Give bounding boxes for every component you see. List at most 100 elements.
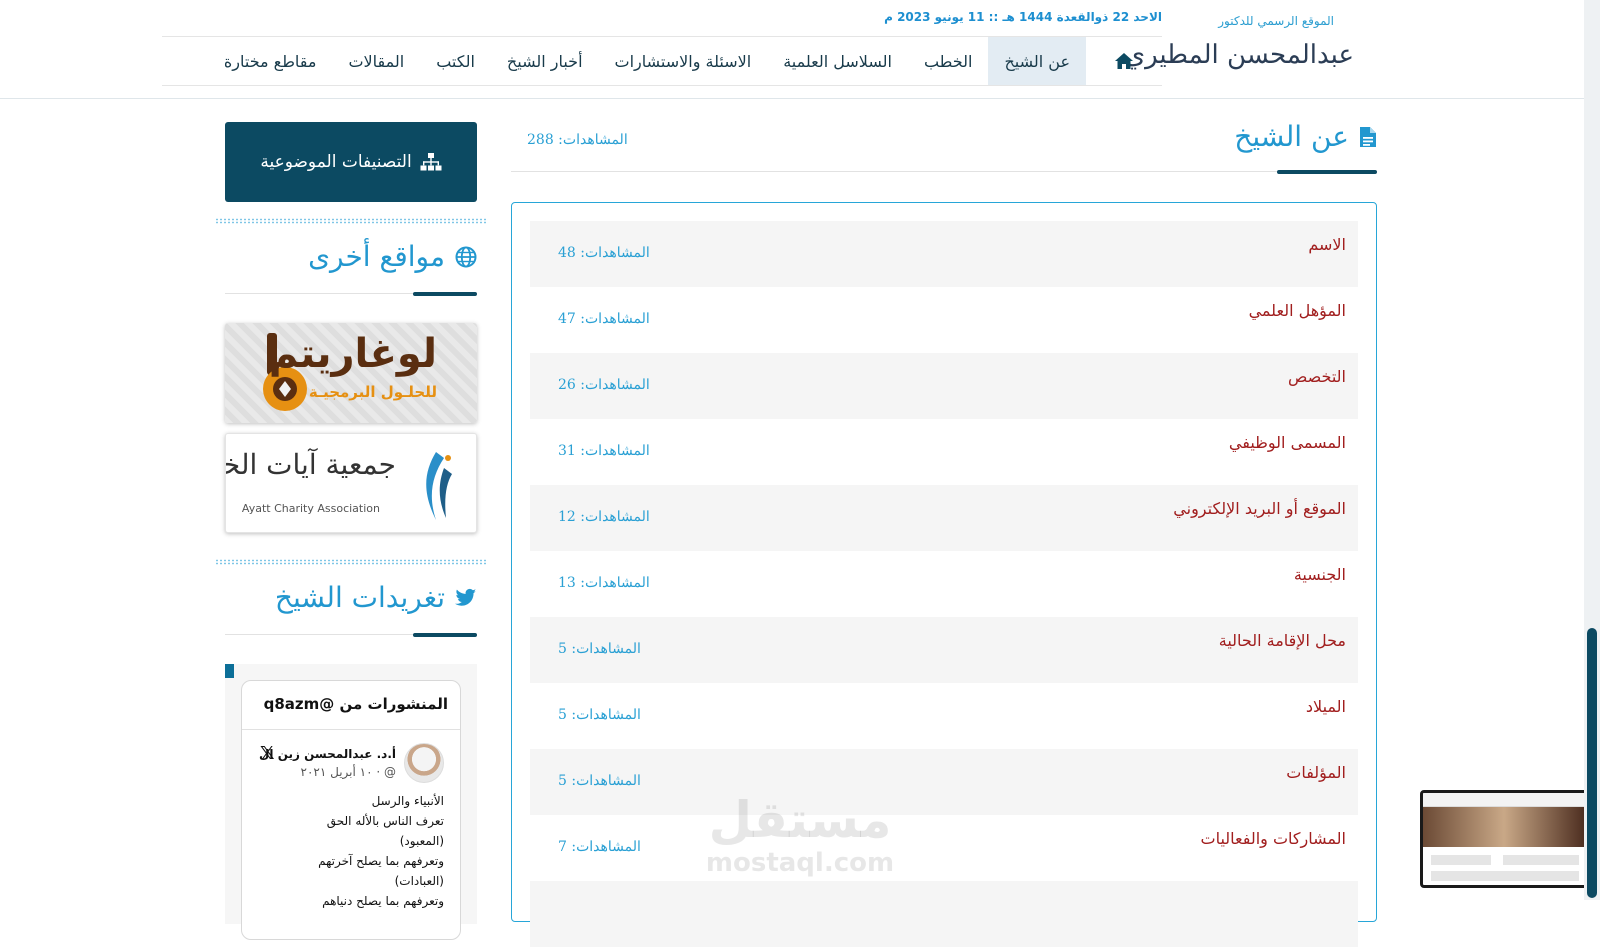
topics-list: الاسم المشاهدات: 48 المؤهل العلمي المشاه…	[511, 202, 1377, 947]
item-views: المشاهدات: 5	[558, 773, 641, 789]
embed-accent	[225, 664, 234, 678]
list-item[interactable]: الاسم المشاهدات: 48	[530, 221, 1358, 287]
nav-item-clips[interactable]: مقاطع مختارة	[208, 37, 333, 85]
categories-button[interactable]: التصنيفات الموضوعية	[225, 122, 477, 202]
logo-subtitle: الموقع الرسمي للدكتور	[1218, 14, 1334, 28]
watermark: مستقل mostaql.com	[700, 792, 900, 878]
tweet-text: الأنبياء والرسل تعرف الناس بالأله الحق (…	[254, 791, 444, 911]
item-title[interactable]: محل الإقامة الحالية	[1219, 631, 1346, 650]
site-logo[interactable]: الموقع الرسمي للدكتور عبدالمحسن المطيري	[1125, 10, 1355, 90]
logarithm-banner[interactable]: لوغاريتم للحلـول البرمجيـة	[225, 323, 477, 423]
preview-row	[1431, 871, 1579, 881]
item-views: المشاهدات: 31	[558, 443, 650, 459]
main-nav: عن الشيخ الخطب السلاسل العلمية الاسئلة و…	[162, 36, 1162, 86]
item-title[interactable]: المشاركات والفعاليات	[1201, 829, 1346, 848]
page-title-text: عن الشيخ	[1234, 120, 1349, 153]
title-underline	[413, 292, 477, 296]
nav-item-news[interactable]: أخبار الشيخ	[491, 37, 599, 85]
preview-banner	[1423, 807, 1585, 847]
item-title[interactable]: المؤهل العلمي	[1249, 301, 1346, 320]
page-title: عن الشيخ	[1234, 120, 1377, 153]
divider	[242, 729, 460, 730]
tweet-line: تعرف الناس بالأله الحق	[326, 814, 444, 828]
x-logo-icon[interactable]: 𝕏	[260, 743, 275, 764]
list-item[interactable]: المسمى الوظيفي المشاهدات: 31	[530, 419, 1358, 485]
banner-name: لوغاريتم	[268, 331, 437, 377]
nav-item-articles[interactable]: المقالات	[332, 37, 420, 85]
preview-topbar	[1423, 793, 1585, 807]
title-underline	[1277, 170, 1377, 174]
list-item[interactable]: المشاركات والفعاليات المشاهدات: 7	[530, 815, 1358, 881]
banner-english-name: Ayatt Charity Association	[241, 502, 380, 515]
item-views: المشاهدات: 7	[558, 839, 641, 855]
globe-icon	[455, 246, 477, 267]
banner-name: جمعية آيات الخيرية	[225, 448, 396, 481]
nav-item-series[interactable]: السلاسل العلمية	[767, 37, 908, 85]
list-item[interactable]: محل الإقامة الحالية المشاهدات: 5	[530, 617, 1358, 683]
item-views: المشاهدات: 47	[558, 311, 650, 327]
item-views: المشاهدات: 5	[558, 641, 641, 657]
nav-item-about[interactable]: عن الشيخ	[988, 37, 1086, 85]
tweets-title: تغريدات الشيخ	[275, 581, 477, 614]
tweet-card[interactable]: المنشورات من @q8azm أ.د. عبدالمحسن زين ا…	[241, 680, 461, 940]
item-views: المشاهدات: 13	[558, 575, 650, 591]
document-icon	[1360, 126, 1376, 147]
list-item[interactable]: الميلاد المشاهدات: 5	[530, 683, 1358, 749]
site-header: الموقع الرسمي للدكتور عبدالمحسن المطيري …	[0, 0, 1584, 99]
ayatt-logo-icon	[426, 452, 452, 520]
watermark-arabic: مستقل	[708, 791, 892, 849]
nav-item-sermons[interactable]: الخطب	[908, 37, 988, 85]
tweets-header: تغريدات الشيخ	[225, 563, 477, 637]
page-preview-thumbnail[interactable]	[1420, 790, 1588, 888]
section-header: عن الشيخ المشاهدات: 288	[511, 112, 1377, 174]
other-sites-title-text: مواقع أخرى	[308, 240, 445, 273]
item-title[interactable]: التخصص	[1288, 367, 1346, 386]
title-underline	[413, 633, 477, 637]
item-title[interactable]: الاسم	[1308, 235, 1346, 254]
ayatt-charity-banner[interactable]: جمعية آيات الخيرية Ayatt Charity Associa…	[225, 433, 477, 533]
list-item[interactable]: المؤهل العلمي المشاهدات: 47	[530, 287, 1358, 353]
tweet-feed-header: المنشورات من @q8azm	[263, 695, 448, 713]
item-title[interactable]: المؤلفات	[1286, 763, 1346, 782]
banner-tagline: للحلـول البرمجيـة	[308, 383, 437, 401]
scrollbar-thumb[interactable]	[1587, 628, 1597, 898]
sitemap-icon	[420, 153, 442, 171]
list-item[interactable]	[530, 881, 1358, 947]
section-views: المشاهدات: 288	[527, 132, 628, 148]
item-title[interactable]: المسمى الوظيفي	[1229, 433, 1346, 452]
item-views: المشاهدات: 5	[558, 707, 641, 723]
tweet-line: الأنبياء والرسل	[371, 794, 444, 808]
avatar[interactable]	[404, 743, 444, 783]
item-title[interactable]: الميلاد	[1306, 697, 1346, 716]
list-item[interactable]: التخصص المشاهدات: 26	[530, 353, 1358, 419]
item-title[interactable]: الموقع أو البريد الإلكتروني	[1173, 499, 1346, 518]
item-views: المشاهدات: 48	[558, 245, 650, 261]
tweet-author[interactable]: أ.د. عبدالمحسن زين ال	[259, 747, 396, 761]
list-item[interactable]: الموقع أو البريد الإلكتروني المشاهدات: 1…	[530, 485, 1358, 551]
item-views: المشاهدات: 26	[558, 377, 650, 393]
tweet-line: (العبادات)	[394, 874, 444, 888]
item-views: المشاهدات: 12	[558, 509, 650, 525]
home-icon	[1115, 53, 1133, 69]
list-item[interactable]: الجنسية المشاهدات: 13	[530, 551, 1358, 617]
tweet-line: (المعبود)	[399, 834, 444, 848]
tweet-line: وتعرفهم بما يصلح آخرتهم	[318, 854, 444, 868]
watermark-latin: mostaql.com	[705, 848, 895, 878]
tweet-date[interactable]: @‏ · ١٠ أبريل ٢٠٢١	[301, 765, 396, 779]
other-sites-title: مواقع أخرى	[308, 240, 477, 273]
preview-row	[1431, 855, 1491, 865]
item-title[interactable]: الجنسية	[1294, 565, 1346, 584]
nav-home[interactable]	[1086, 37, 1162, 85]
other-sites-header: مواقع أخرى	[225, 222, 477, 296]
date-line: الاحد 22 ذوالقعدة 1444 هـ :: 11 يونيو 20…	[884, 10, 1162, 24]
list-item[interactable]: المؤلفات المشاهدات: 5	[530, 749, 1358, 815]
nav-item-questions[interactable]: الاسئلة والاستشارات	[599, 37, 768, 85]
preview-row	[1503, 855, 1579, 865]
categories-label: التصنيفات الموضوعية	[260, 152, 412, 172]
tweets-embed-area: المنشورات من @q8azm أ.د. عبدالمحسن زين ا…	[225, 664, 477, 940]
nav-item-books[interactable]: الكتب	[420, 37, 491, 85]
tweet-line: وتعرفهم بما يصلح دنياهم	[322, 894, 444, 908]
twitter-bird-icon	[455, 588, 477, 606]
tweets-title-text: تغريدات الشيخ	[274, 581, 445, 614]
page-scrollbar[interactable]	[1584, 0, 1600, 900]
